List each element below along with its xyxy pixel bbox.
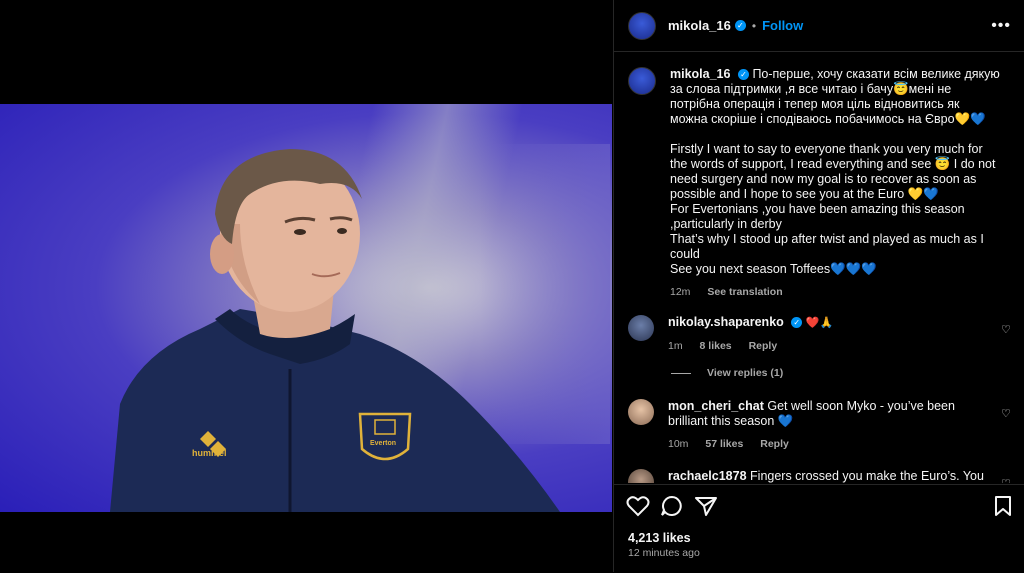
verified-badge-icon: ✓ xyxy=(791,317,803,329)
comment-item: nikolay.shaparenko ✓ ❤️🙏 1m 8 likes Repl… xyxy=(628,315,1011,354)
follow-button[interactable]: Follow xyxy=(762,18,803,33)
comment-body: mon_cheri_chat Get well soon Myko - you’… xyxy=(668,399,998,452)
comment-username[interactable]: rachaelc1878 xyxy=(668,469,747,483)
comment-text: Fingers crossed you make the Euro’s. You xyxy=(750,469,984,483)
post-media-panel: hummel Everton xyxy=(0,0,612,572)
comment-bubble-icon[interactable] xyxy=(660,495,684,517)
view-replies-label: View replies (1) xyxy=(707,367,784,379)
player-figure xyxy=(110,149,560,512)
caption: mikola_16 ✓ По-перше, хочу сказати всім … xyxy=(628,67,1011,300)
author-avatar[interactable] xyxy=(628,67,656,95)
shirt-brand-label: hummel xyxy=(192,448,227,458)
verified-badge-icon: ✓ xyxy=(734,20,746,31)
view-replies-line xyxy=(671,372,691,374)
commenter-avatar[interactable] xyxy=(628,469,654,483)
view-replies-button[interactable]: View replies (1) xyxy=(671,367,783,379)
like-comment-icon[interactable]: ♡ xyxy=(1001,323,1011,336)
post-details-panel: mikola_16 ✓ • Follow ••• mikola_16 ✓ По-… xyxy=(613,0,1024,572)
caption-text-en-3: That’s why I stood up after twist and pl… xyxy=(670,232,984,261)
author-avatar[interactable] xyxy=(628,11,656,40)
comments-list[interactable]: mikola_16 ✓ По-перше, хочу сказати всім … xyxy=(614,53,1024,483)
save-bookmark-icon[interactable] xyxy=(993,495,1013,517)
like-comment-icon[interactable]: ♡ xyxy=(1001,407,1011,420)
caption-text-en-2: For Evertonians ,you have been amazing t… xyxy=(670,202,965,231)
comment-item: mon_cheri_chat Get well soon Myko - you’… xyxy=(628,399,1011,452)
comment-time: 1m xyxy=(668,340,683,352)
commenter-avatar[interactable] xyxy=(628,315,654,341)
post-actions: 4,213 likes 12 minutes ago xyxy=(614,484,1024,573)
comment-meta: 1m 8 likes Reply xyxy=(668,339,998,354)
comment-username[interactable]: mon_cheri_chat xyxy=(668,399,764,413)
comment-body: nikolay.shaparenko ✓ ❤️🙏 1m 8 likes Repl… xyxy=(668,315,998,354)
action-icons xyxy=(626,495,1013,519)
comment-likes[interactable]: 57 likes xyxy=(705,438,743,450)
caption-time: 12m xyxy=(670,286,691,298)
see-translation-link[interactable]: See translation xyxy=(707,286,782,298)
comment-meta: 10m 57 likes Reply xyxy=(668,437,998,452)
reply-button[interactable]: Reply xyxy=(760,438,789,450)
caption-text-en-4: See you next season Toffees💙💙💙 xyxy=(670,262,877,276)
author-username[interactable]: mikola_16 xyxy=(668,18,731,33)
post-photo[interactable]: hummel Everton xyxy=(0,104,612,512)
comment-body: rachaelc1878 Fingers crossed you make th… xyxy=(668,469,998,483)
comment-item: rachaelc1878 Fingers crossed you make th… xyxy=(628,469,1011,483)
separator-dot: • xyxy=(751,18,757,33)
reply-button[interactable]: Reply xyxy=(749,340,778,352)
share-paper-plane-icon[interactable] xyxy=(694,495,718,517)
more-options-icon[interactable]: ••• xyxy=(991,17,1011,35)
caption-username[interactable]: mikola_16 xyxy=(670,67,730,81)
comment-likes[interactable]: 8 likes xyxy=(700,340,732,352)
comment-time: 10m xyxy=(668,438,689,450)
like-comment-icon[interactable]: ♡ xyxy=(1001,477,1011,483)
caption-meta: 12m See translation xyxy=(670,285,1000,300)
comment-username[interactable]: nikolay.shaparenko xyxy=(668,315,784,329)
post-timestamp: 12 minutes ago xyxy=(628,547,700,559)
like-heart-icon[interactable] xyxy=(626,495,650,517)
commenter-avatar[interactable] xyxy=(628,399,654,425)
post-header: mikola_16 ✓ • Follow ••• xyxy=(614,0,1024,52)
caption-text-en-1: Firstly I want to say to everyone thank … xyxy=(670,142,996,201)
comment-text: ❤️🙏 xyxy=(805,317,834,329)
crest-label: Everton xyxy=(370,440,397,447)
caption-body: mikola_16 ✓ По-перше, хочу сказати всім … xyxy=(670,67,1000,300)
likes-count[interactable]: 4,213 likes xyxy=(628,531,691,545)
verified-badge-icon: ✓ xyxy=(737,69,749,81)
